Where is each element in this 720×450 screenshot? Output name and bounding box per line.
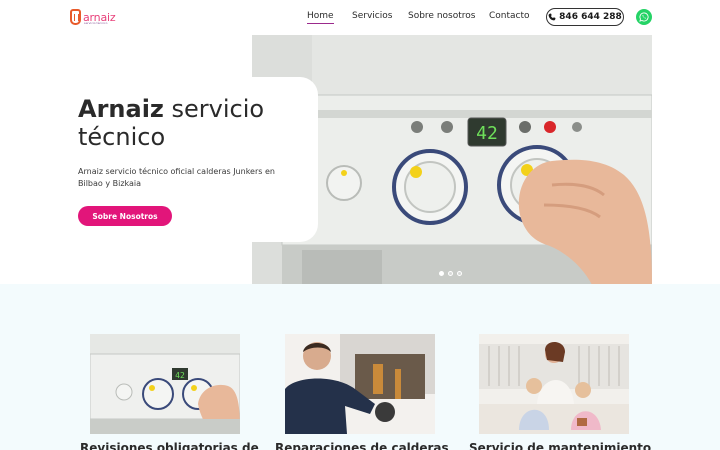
- logo-icon: [70, 9, 81, 25]
- phone-button[interactable]: 846 644 288: [546, 8, 624, 26]
- hero-title-bold: Arnaiz: [78, 95, 164, 123]
- whatsapp-button[interactable]: [636, 9, 652, 25]
- service-card-title-1[interactable]: Revisiones obligatorias de: [80, 441, 259, 450]
- slider-dot-3[interactable]: [457, 271, 462, 276]
- nav-home[interactable]: Home: [307, 11, 334, 24]
- hero-title: Arnaiz servicio técnico: [78, 95, 278, 151]
- hero-description: Arnaiz servicio técnico oficial calderas…: [78, 167, 275, 188]
- svg-text:42: 42: [175, 371, 185, 380]
- slider-dot-2[interactable]: [448, 271, 453, 276]
- whatsapp-icon: [639, 12, 649, 22]
- service-card-image-2[interactable]: [285, 334, 435, 434]
- logo-subtitle: servicio técnico: [84, 21, 108, 25]
- about-us-button[interactable]: Sobre Nosotros: [78, 206, 172, 226]
- site-header: arnaiz servicio técnico Home Servicios S…: [0, 0, 720, 34]
- service-card-image-1[interactable]: 42: [90, 334, 240, 434]
- service-card-title-2[interactable]: Reparaciones de calderas: [275, 441, 449, 450]
- family-warm-home-photo: [479, 334, 629, 434]
- boiler-controls-photo: 42: [90, 334, 240, 434]
- nav-sobre-nosotros[interactable]: Sobre nosotros: [408, 11, 475, 21]
- logo[interactable]: arnaiz servicio técnico: [70, 8, 116, 26]
- service-card-image-3[interactable]: [479, 334, 629, 434]
- nav-servicios[interactable]: Servicios: [352, 11, 392, 21]
- phone-number: 846 644 288: [559, 12, 622, 22]
- nav-contacto[interactable]: Contacto: [489, 11, 530, 21]
- slider-pagination: [439, 271, 462, 276]
- service-card-title-3[interactable]: Servicio de mantenimiento: [469, 441, 651, 450]
- phone-icon: [548, 13, 556, 21]
- technician-repair-photo: [285, 334, 435, 434]
- slider-dot-1[interactable]: [439, 271, 444, 276]
- boiler-display-value: 42: [476, 123, 498, 144]
